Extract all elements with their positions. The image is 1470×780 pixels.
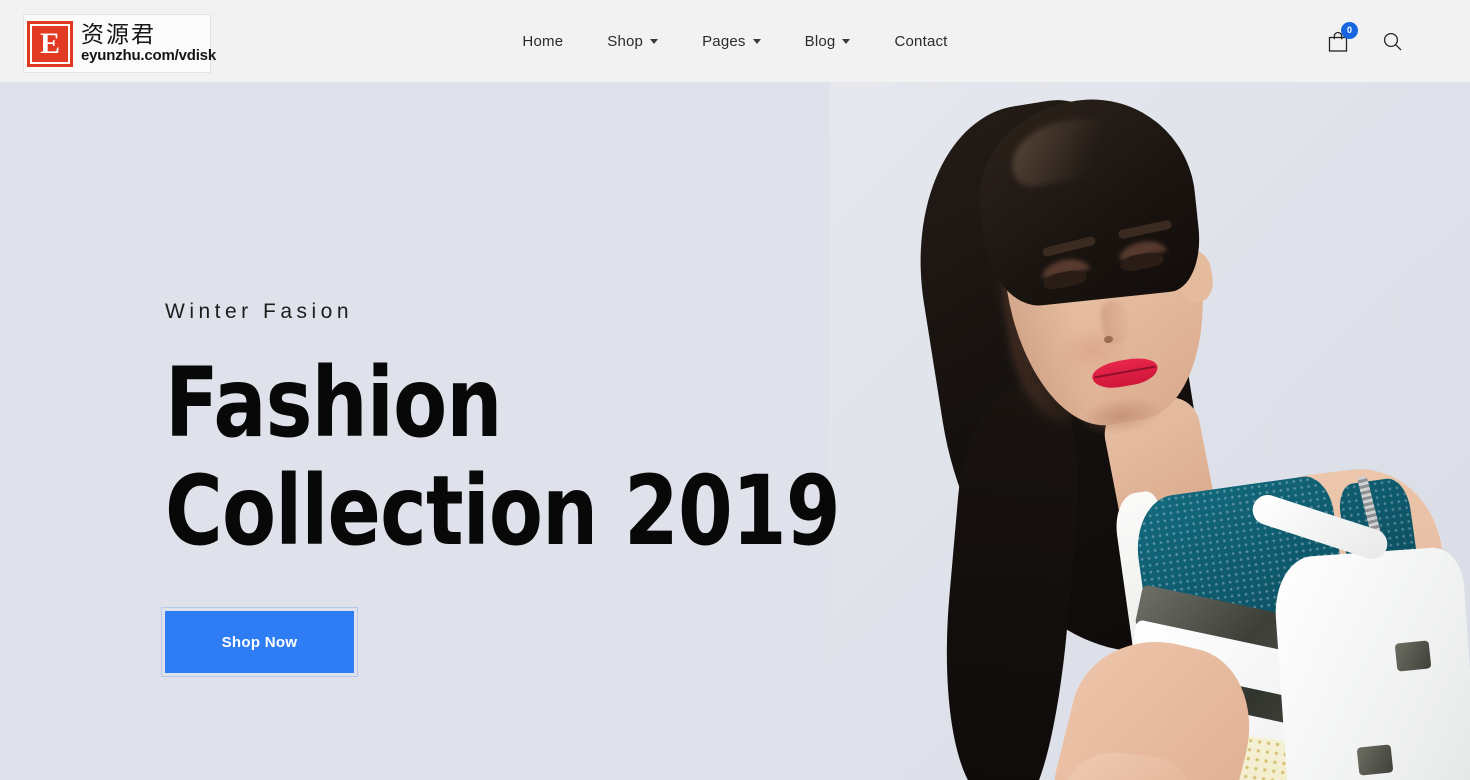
main-navigation: Home Shop Pages Blog Contact (0, 33, 1470, 50)
search-button[interactable] (1380, 29, 1404, 53)
nav-label-blog: Blog (804, 32, 836, 50)
cart-badge: 0 (1341, 22, 1358, 39)
garment-patch-lower (1356, 744, 1394, 776)
header-actions: 0 (1326, 22, 1404, 53)
logo-url-text: eyunzhu.com/vdisk (81, 47, 216, 64)
nav-item-blog[interactable]: Blog (805, 33, 851, 50)
hero-copy-block: Winter Fasion Fashion Collection 2019 Sh… (161, 300, 988, 678)
nav-label-contact: Contact (894, 32, 948, 50)
nav-label-home: Home (522, 32, 564, 50)
search-icon (1383, 32, 1401, 50)
garment-patch-upper (1394, 640, 1432, 672)
garment-white-sleeve (1271, 545, 1470, 780)
nav-label-shop: Shop (607, 32, 644, 50)
hero-title-line-1: Fashion (165, 347, 502, 459)
shop-now-button[interactable]: Shop Now (161, 607, 358, 678)
cart-button[interactable]: 0 (1326, 22, 1358, 53)
nav-item-pages[interactable]: Pages (702, 33, 761, 50)
chevron-down-icon (650, 38, 659, 44)
chevron-down-icon (752, 38, 761, 44)
nav-label-pages: Pages (702, 32, 746, 50)
nav-item-contact[interactable]: Contact (894, 33, 947, 50)
hero-eyebrow: Winter Fasion (165, 300, 354, 323)
nav-item-home[interactable]: Home (522, 33, 563, 50)
nav-item-shop[interactable]: Shop (607, 32, 659, 50)
site-header: E 资源君 eyunzhu.com/vdisk Home Shop Pages … (0, 0, 1470, 82)
hero-section: Winter Fasion Fashion Collection 2019 Sh… (0, 82, 1470, 780)
chevron-down-icon (842, 38, 851, 44)
hero-title-line-2: Collection 2019 (165, 454, 841, 567)
